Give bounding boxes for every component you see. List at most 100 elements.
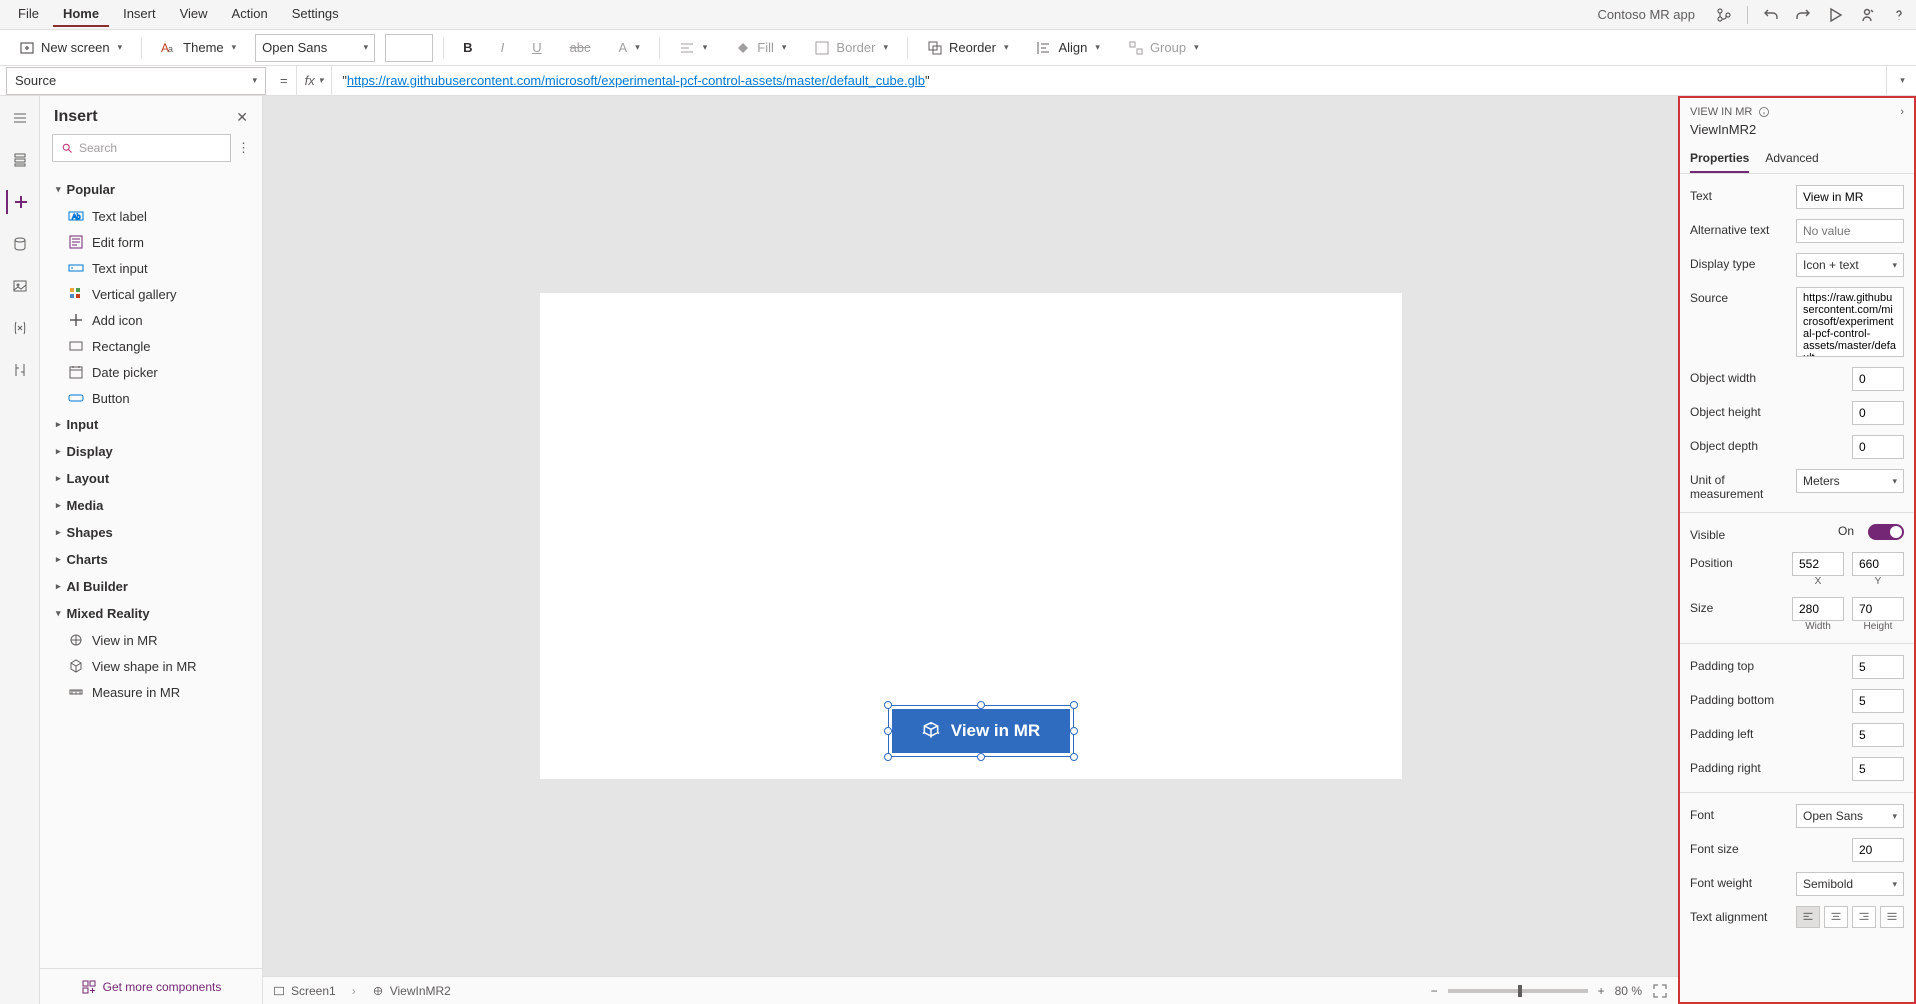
item-view-shape-in-mr[interactable]: View shape in MR	[46, 653, 256, 679]
tab-advanced[interactable]: Advanced	[1765, 145, 1818, 173]
italic-button[interactable]: I	[492, 35, 514, 60]
align-justify-button[interactable]	[1880, 906, 1904, 928]
rail-media-icon[interactable]	[8, 274, 32, 298]
view-in-mr-control[interactable]: View in MR	[892, 709, 1070, 753]
formula-expand-button[interactable]: ▾	[1886, 66, 1916, 95]
cat-display[interactable]: ▸Display	[46, 438, 256, 465]
rail-variables-icon[interactable]	[8, 316, 32, 340]
item-add-icon[interactable]: Add icon	[46, 307, 256, 333]
item-text-input[interactable]: Text input	[46, 255, 256, 281]
redo-icon[interactable]	[1794, 6, 1812, 24]
zoom-in-button[interactable]: +	[1598, 984, 1605, 998]
prop-padt-input[interactable]	[1852, 655, 1904, 679]
prop-fontweight-select[interactable]: Semibold▾	[1796, 872, 1904, 896]
item-vertical-gallery[interactable]: Vertical gallery	[46, 281, 256, 307]
strike-button[interactable]: abc	[561, 35, 600, 60]
font-color-button[interactable]: A▾	[610, 35, 649, 60]
play-icon[interactable]	[1826, 6, 1844, 24]
zoom-slider[interactable]	[1448, 989, 1588, 993]
property-selector[interactable]: Source▾	[6, 67, 266, 95]
share-icon[interactable]	[1858, 6, 1876, 24]
prop-padr-input[interactable]	[1852, 757, 1904, 781]
theme-button[interactable]: Aa Theme▾	[152, 35, 245, 61]
font-size-input[interactable]	[385, 34, 433, 62]
item-date-picker[interactable]: Date picker	[46, 359, 256, 385]
menu-settings[interactable]: Settings	[282, 2, 349, 27]
fx-label[interactable]: fx▾	[296, 66, 333, 95]
cat-media[interactable]: ▸Media	[46, 492, 256, 519]
item-measure-in-mr[interactable]: Measure in MR	[46, 679, 256, 705]
info-icon[interactable]	[1758, 106, 1770, 118]
menu-action[interactable]: Action	[222, 2, 278, 27]
menu-home[interactable]: Home	[53, 2, 109, 27]
align-center-button[interactable]	[1824, 906, 1848, 928]
border-button[interactable]: Border▾	[805, 35, 897, 61]
font-select[interactable]: Open Sans▾	[255, 34, 375, 62]
artboard[interactable]: View in MR	[540, 293, 1402, 779]
prop-display-type-select[interactable]: Icon + text▾	[1796, 253, 1904, 277]
cat-ai[interactable]: ▸AI Builder	[46, 573, 256, 600]
prop-source-input[interactable]	[1796, 287, 1904, 357]
group-button[interactable]: Group▾	[1119, 35, 1208, 61]
fill-button[interactable]: Fill▾	[726, 35, 795, 61]
prop-text-input[interactable]	[1796, 185, 1904, 209]
item-edit-form[interactable]: Edit form	[46, 229, 256, 255]
prop-objw-input[interactable]	[1852, 367, 1904, 391]
prop-unit-select[interactable]: Meters▾	[1796, 469, 1904, 493]
prop-fontsize-input[interactable]	[1852, 838, 1904, 862]
breadcrumb-control[interactable]: ViewInMR2	[372, 984, 451, 998]
cat-charts[interactable]: ▸Charts	[46, 546, 256, 573]
menu-insert[interactable]: Insert	[113, 2, 166, 27]
text-align-button[interactable]: ▾	[670, 35, 717, 61]
insert-pane-close-icon[interactable]: ✕	[236, 109, 248, 126]
collapse-panel-icon[interactable]: ›	[1900, 106, 1904, 118]
tab-properties[interactable]: Properties	[1690, 145, 1749, 173]
item-view-in-mr[interactable]: View in MR	[46, 627, 256, 653]
bold-button[interactable]: B	[454, 35, 481, 60]
item-text-label[interactable]: AbText label	[46, 203, 256, 229]
prop-width-input[interactable]	[1792, 597, 1844, 621]
align-left-button[interactable]	[1796, 906, 1820, 928]
cat-mr[interactable]: ▾Mixed Reality	[46, 600, 256, 627]
cat-input[interactable]: ▸Input	[46, 411, 256, 438]
rail-data-icon[interactable]	[8, 232, 32, 256]
help-icon[interactable]	[1890, 6, 1908, 24]
undo-icon[interactable]	[1762, 6, 1780, 24]
insert-search-input[interactable]: Search	[52, 134, 231, 162]
insert-more-icon[interactable]: ⋮	[237, 140, 250, 156]
prop-visible-label: Visible	[1690, 524, 1830, 542]
item-button[interactable]: Button	[46, 385, 256, 411]
menu-view[interactable]: View	[170, 2, 218, 27]
rail-hamburger-icon[interactable]	[8, 106, 32, 130]
reorder-button[interactable]: Reorder▾	[918, 35, 1018, 61]
item-rectangle[interactable]: Rectangle	[46, 333, 256, 359]
formula-input[interactable]: "https://raw.githubusercontent.com/micro…	[332, 66, 1886, 95]
source-control-icon[interactable]	[1715, 6, 1733, 24]
rail-tree-icon[interactable]	[8, 148, 32, 172]
menu-file[interactable]: File	[8, 2, 49, 27]
align-right-button[interactable]	[1852, 906, 1876, 928]
prop-font-select[interactable]: Open Sans▾	[1796, 804, 1904, 828]
new-screen-button[interactable]: New screen▾	[10, 35, 131, 61]
fit-screen-icon[interactable]	[1652, 983, 1668, 999]
prop-visible-toggle[interactable]	[1868, 524, 1904, 540]
prop-pos-y-input[interactable]	[1852, 552, 1904, 576]
underline-button[interactable]: U	[523, 35, 550, 60]
prop-objd-input[interactable]	[1852, 435, 1904, 459]
cat-popular[interactable]: ▾Popular	[46, 176, 256, 203]
breadcrumb-screen[interactable]: Screen1	[273, 984, 336, 998]
prop-height-input[interactable]	[1852, 597, 1904, 621]
zoom-out-button[interactable]: −	[1431, 984, 1438, 998]
prop-padl-input[interactable]	[1852, 723, 1904, 747]
rail-advanced-icon[interactable]	[8, 358, 32, 382]
app-name: Contoso MR app	[1597, 7, 1695, 22]
prop-pos-x-input[interactable]	[1792, 552, 1844, 576]
rail-insert-icon[interactable]	[6, 190, 32, 214]
get-more-components-button[interactable]: Get more components	[40, 968, 262, 1004]
prop-alt-input[interactable]	[1796, 219, 1904, 243]
prop-objh-input[interactable]	[1852, 401, 1904, 425]
cat-shapes[interactable]: ▸Shapes	[46, 519, 256, 546]
prop-padb-input[interactable]	[1852, 689, 1904, 713]
align-button[interactable]: Align▾	[1027, 35, 1108, 61]
cat-layout[interactable]: ▸Layout	[46, 465, 256, 492]
